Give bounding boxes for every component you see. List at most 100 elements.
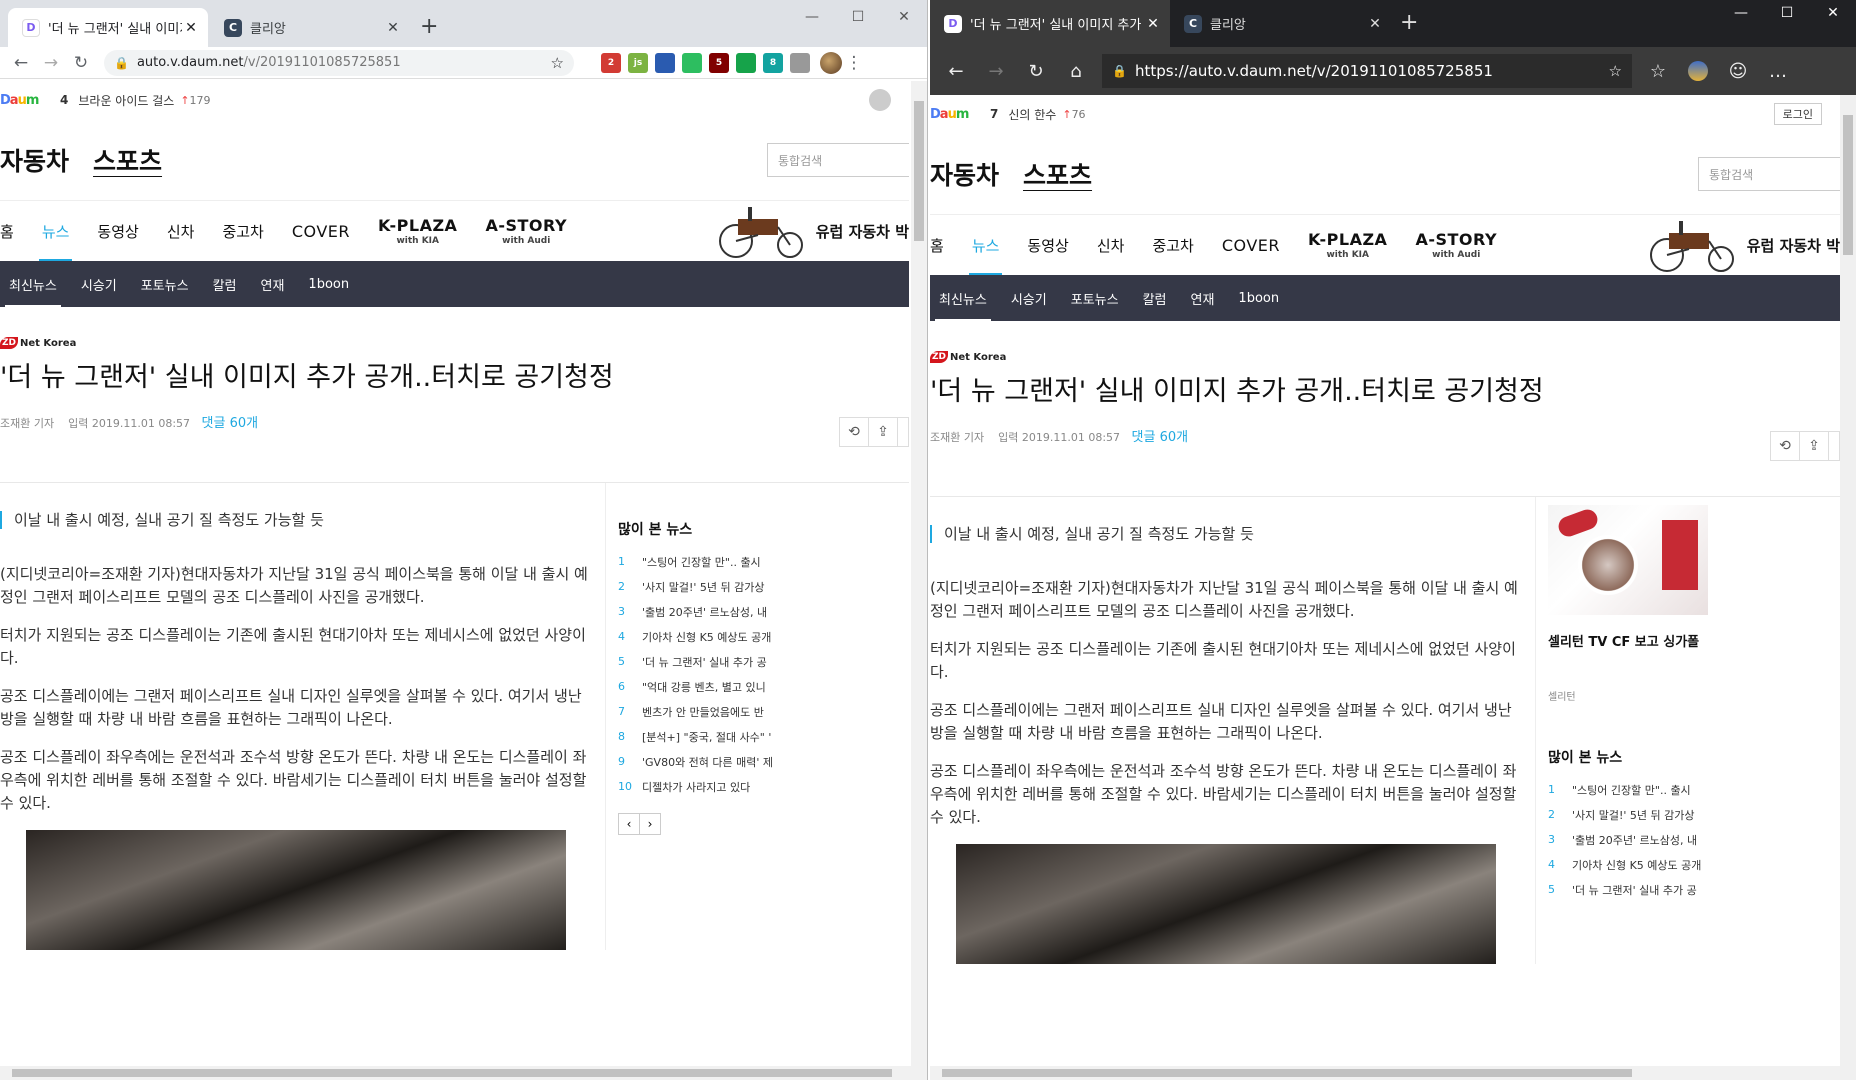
- favorite-star-icon[interactable]: ☆: [1609, 62, 1622, 80]
- next-page-icon[interactable]: ›: [639, 813, 661, 835]
- nav-astory[interactable]: A-STORY with Audi: [485, 201, 567, 261]
- popular-news-item[interactable]: 5 '더 뉴 그랜저' 실내 추가 공: [1548, 877, 1735, 902]
- popular-news-item[interactable]: 1 "스팅어 긴장할 만".. 출시: [618, 549, 805, 574]
- popular-news-item[interactable]: 3 '출범 20주년' 르노삼성, 내: [1548, 827, 1735, 852]
- popular-news-item[interactable]: 1 "스팅어 긴장할 만".. 출시: [1548, 777, 1735, 802]
- daum-logo[interactable]: Daum: [930, 107, 978, 122]
- login-button[interactable]: 로그인: [1773, 103, 1822, 125]
- popular-news-item[interactable]: 9 'GV80와 전혀 다른 매력' 제: [618, 749, 805, 774]
- new-tab-icon[interactable]: +: [1400, 10, 1418, 35]
- popular-news-item[interactable]: 4 기아차 신형 K5 예상도 공개: [618, 624, 805, 649]
- address-bar[interactable]: 🔒 https://auto.v.daum.net/v/201911010857…: [1102, 54, 1632, 88]
- nav-usedcar[interactable]: 중고차: [1152, 215, 1193, 275]
- nav-astory[interactable]: A-STORY with Audi: [1415, 215, 1497, 275]
- minimize-icon[interactable]: —: [789, 4, 835, 30]
- close-tab-icon[interactable]: ✕: [1144, 16, 1162, 32]
- close-tab-icon[interactable]: ✕: [384, 20, 402, 36]
- maximize-icon[interactable]: ☐: [1764, 0, 1810, 26]
- nav-home[interactable]: 홈: [930, 215, 944, 275]
- feedback-smiley-icon[interactable]: ☺: [1718, 56, 1758, 86]
- address-bar[interactable]: 🔒 auto.v.daum.net/v/20191101085725851 ☆: [104, 49, 574, 76]
- close-tab-icon[interactable]: ✕: [182, 20, 200, 36]
- subnav-series[interactable]: 연재: [261, 261, 285, 307]
- profile-avatar[interactable]: [820, 51, 842, 74]
- js-ext-icon[interactable]: js: [628, 52, 648, 73]
- subnav-testdrive[interactable]: 시승기: [1011, 275, 1047, 321]
- popular-news-item[interactable]: 2 '사지 말걸!' 5년 뒤 감가상: [618, 574, 805, 599]
- evernote-ext-icon[interactable]: [682, 52, 702, 73]
- tab-clien[interactable]: C 클리앙 ✕: [210, 8, 410, 47]
- bookmark-star-icon[interactable]: ☆: [551, 54, 564, 72]
- subnav-column[interactable]: 칼럼: [213, 261, 237, 307]
- nav-newcar[interactable]: 신차: [167, 201, 195, 261]
- nav-cover[interactable]: COVER: [1222, 215, 1280, 275]
- press-logo[interactable]: ZD Net Korea: [0, 337, 909, 349]
- nav-kplaza[interactable]: K-PLAZA with KIA: [1308, 215, 1387, 275]
- popular-news-item[interactable]: 3 '출범 20주년' 르노삼성, 내: [618, 599, 805, 624]
- rank-keyword[interactable]: 브라운 아이드 걸스: [78, 92, 174, 109]
- reload-icon[interactable]: ↻: [1016, 56, 1056, 86]
- horizontal-scrollbar[interactable]: [0, 1066, 911, 1080]
- promo-banner[interactable]: 유럽 자동차 박: [718, 201, 909, 261]
- subnav-latest[interactable]: 최신뉴스: [5, 261, 61, 307]
- share-icon[interactable]: ⇪: [868, 417, 898, 447]
- vertical-scrollbar[interactable]: [911, 81, 927, 1080]
- close-tab-icon[interactable]: ✕: [1366, 16, 1384, 32]
- font-size-icon[interactable]: ⟲: [1770, 431, 1800, 461]
- user-avatar[interactable]: [869, 89, 891, 111]
- sports-link[interactable]: 스포츠: [1023, 156, 1092, 192]
- ad-box[interactable]: 셀리턴 TV CF 보고 싱가폴 셀리턴: [1548, 505, 1735, 703]
- subnav-latest[interactable]: 최신뉴스: [935, 275, 991, 321]
- subnav-testdrive[interactable]: 시승기: [81, 261, 117, 307]
- subnav-column[interactable]: 칼럼: [1143, 275, 1167, 321]
- daum-logo[interactable]: Daum: [0, 93, 48, 108]
- popular-news-item[interactable]: 4 기아차 신형 K5 예상도 공개: [1548, 852, 1735, 877]
- chat-ext-icon[interactable]: [655, 52, 675, 73]
- section-title[interactable]: 자동차: [0, 142, 69, 178]
- maximize-icon[interactable]: ☐: [835, 4, 881, 30]
- favorites-list-icon[interactable]: ☆: [1638, 56, 1678, 86]
- more-tool[interactable]: [1828, 431, 1840, 461]
- ublock-ext-icon[interactable]: 5: [709, 52, 729, 73]
- grammarly-ext-icon[interactable]: [736, 52, 756, 73]
- popular-news-item[interactable]: 7 벤츠가 안 만들었음에도 반: [618, 699, 805, 724]
- section-title[interactable]: 자동차: [930, 156, 999, 192]
- minimize-icon[interactable]: —: [1718, 0, 1764, 26]
- nav-usedcar[interactable]: 중고차: [222, 201, 263, 261]
- nav-newcar[interactable]: 신차: [1097, 215, 1125, 275]
- popular-news-item[interactable]: 2 '사지 말걸!' 5년 뒤 감가상: [1548, 802, 1735, 827]
- reload-icon[interactable]: ↻: [66, 48, 96, 78]
- subnav-photo[interactable]: 포토뉴스: [1071, 275, 1119, 321]
- more-tool[interactable]: [897, 417, 909, 447]
- press-logo[interactable]: ZD Net Korea: [930, 351, 1840, 363]
- back-arrow-icon[interactable]: ←: [936, 56, 976, 86]
- search-input[interactable]: 통합검색: [1698, 156, 1840, 191]
- home-icon[interactable]: ⌂: [1056, 56, 1096, 86]
- popular-news-item[interactable]: 6 "억대 강릉 벤츠, 별고 있니: [618, 674, 805, 699]
- nav-cover[interactable]: COVER: [292, 201, 350, 261]
- forward-arrow-icon[interactable]: →: [976, 56, 1016, 86]
- search-input[interactable]: 통합검색: [767, 142, 909, 177]
- close-window-icon[interactable]: ✕: [881, 4, 927, 30]
- tab-daum-article[interactable]: D '더 뉴 그랜저' 실내 이미지 추가 ✕: [930, 0, 1170, 47]
- subnav-series[interactable]: 연재: [1191, 275, 1215, 321]
- collections-icon[interactable]: [1678, 56, 1718, 86]
- popular-news-item[interactable]: 5 '더 뉴 그랜저' 실내 추가 공: [618, 649, 805, 674]
- forward-arrow-icon[interactable]: →: [36, 48, 66, 78]
- popular-news-item[interactable]: 10 디젤차가 사라지고 있다: [618, 774, 805, 799]
- menu-kebab-icon[interactable]: ⋮: [842, 48, 866, 78]
- tab-clien[interactable]: C 클리앙 ✕: [1170, 0, 1392, 47]
- prev-page-icon[interactable]: ‹: [618, 813, 640, 835]
- sports-link[interactable]: 스포츠: [93, 142, 162, 178]
- nav-kplaza[interactable]: K-PLAZA with KIA: [378, 201, 457, 261]
- back-arrow-icon[interactable]: ←: [6, 48, 36, 78]
- nav-news[interactable]: 뉴스: [38, 201, 72, 261]
- horizontal-scrollbar[interactable]: [930, 1066, 1840, 1080]
- nav-video[interactable]: 동영상: [97, 201, 138, 261]
- mail-ext-icon[interactable]: 2: [601, 52, 621, 73]
- rss-ext-icon[interactable]: 8: [763, 52, 783, 73]
- nav-home[interactable]: 홈: [0, 201, 14, 261]
- nav-video[interactable]: 동영상: [1027, 215, 1068, 275]
- font-size-icon[interactable]: ⟲: [839, 417, 869, 447]
- subnav-1boon[interactable]: 1boon: [1238, 275, 1279, 321]
